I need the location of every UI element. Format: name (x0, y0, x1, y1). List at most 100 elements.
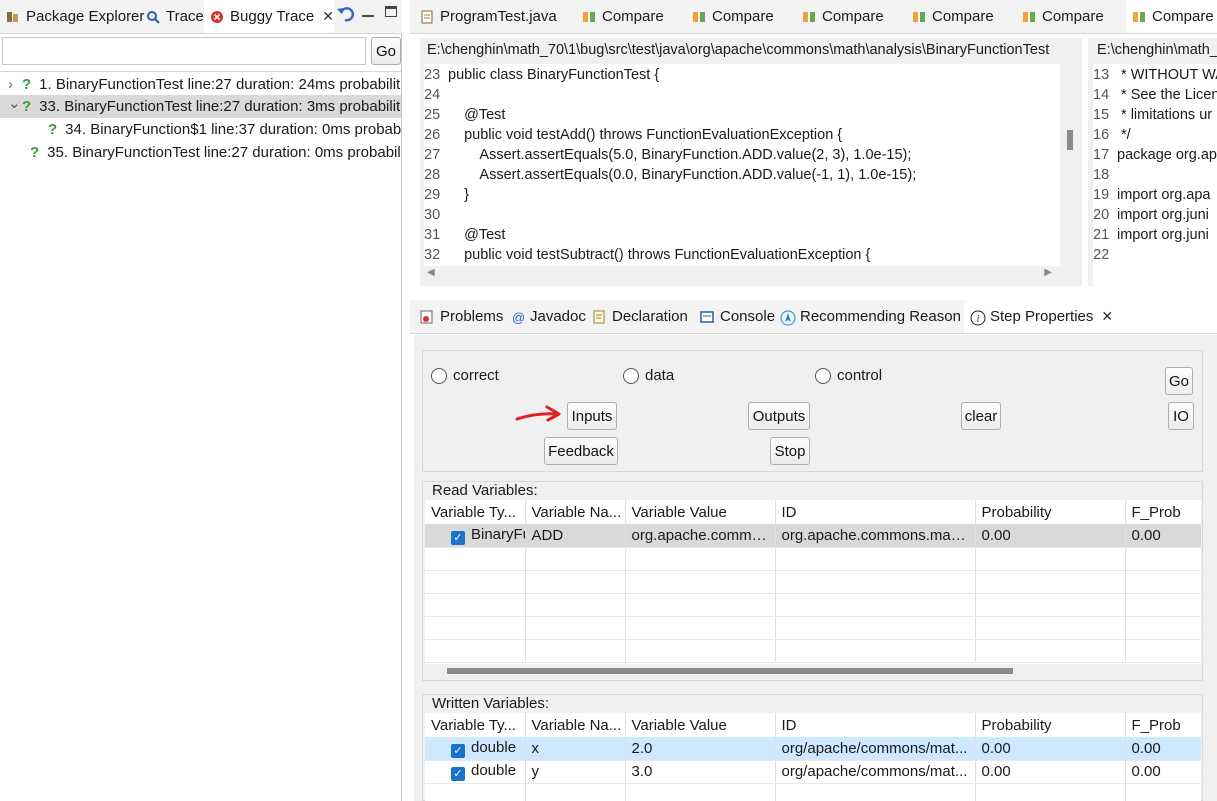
table-cell (425, 547, 526, 571)
io-button[interactable]: IO (1168, 402, 1194, 430)
code-view-left[interactable]: 23 public class BinaryFunctionTest {24 25 … (424, 64, 1060, 266)
question-icon: ? (48, 121, 58, 138)
tab-program-test[interactable]: ProgramTest.java (414, 0, 557, 33)
table-row[interactable] (425, 639, 1201, 663)
table-row[interactable] (425, 547, 1201, 571)
tab-step-properties[interactable]: i Step Properties ✕ (964, 300, 1217, 333)
cell-text: double (471, 762, 517, 779)
tree-item[interactable]: ? 35. BinaryFunctionTest line:27 duratio… (0, 141, 401, 164)
feedback-button[interactable]: Feedback (544, 437, 618, 465)
table-row[interactable] (425, 783, 1201, 801)
horizontal-scrollbar[interactable]: ◀ ▶ (424, 267, 1060, 281)
checkbox[interactable]: ✓ (451, 767, 465, 781)
table-row[interactable]: ✓ double y 3.0 org/apache/commons/mat... 0.00… (425, 760, 1201, 784)
tab-javadoc[interactable]: @ Javadoc (506, 300, 586, 333)
trace-search-input[interactable] (2, 37, 366, 65)
inputs-button[interactable]: Inputs (567, 402, 617, 430)
tab-package-explorer[interactable]: Package Explorer (0, 0, 144, 33)
close-icon[interactable]: ✕ (322, 8, 334, 25)
tab-buggy-trace[interactable]: Buggy Trace ✕ (204, 0, 334, 33)
scroll-left-icon[interactable]: ◀ (427, 267, 435, 278)
table-cell (625, 570, 776, 594)
minimize-icon[interactable] (362, 7, 374, 17)
maximize-icon[interactable] (385, 6, 397, 17)
table-row[interactable] (425, 570, 1201, 594)
column-header[interactable]: Variable Ty... (425, 713, 526, 737)
tab-compare[interactable]: Compare (576, 0, 664, 33)
tree-item-label: 34. BinaryFunction$1 line:37 duration: 0… (65, 121, 401, 138)
code-text: * WITHOUT WA (1117, 67, 1217, 83)
radio-label: data (645, 367, 675, 384)
tree-item[interactable]: ? 34. BinaryFunction$1 line:37 duration:… (0, 118, 401, 141)
table-cell: 0.00 (1125, 737, 1201, 761)
tab-compare[interactable]: Compare (1016, 0, 1104, 33)
column-header[interactable]: Probability (975, 713, 1126, 737)
code-view-right[interactable]: 13 * WITHOUT WA 14 * See the Licen 15 * li… (1093, 64, 1217, 286)
tab-problems[interactable]: Problems (414, 300, 503, 333)
code-text: * limitations ur (1117, 107, 1213, 123)
undo-icon[interactable] (336, 4, 356, 24)
column-header[interactable]: F_Prob (1125, 713, 1201, 737)
checkbox[interactable]: ✓ (451, 743, 465, 758)
line-number: 13 (1093, 67, 1110, 83)
tab-declaration[interactable]: Declaration (586, 300, 688, 333)
radio-control[interactable]: control (815, 367, 882, 384)
tab-compare[interactable]: Compare (906, 0, 994, 33)
tab-compare[interactable]: Compare (686, 0, 774, 33)
horizontal-scrollbar[interactable] (425, 664, 1201, 678)
table-row[interactable] (425, 593, 1201, 617)
code-text: Assert.assertEquals(5.0, BinaryFunction.… (448, 147, 912, 163)
table-cell (425, 593, 526, 617)
tree-item[interactable]: › ? 1. BinaryFunctionTest line:27 durati… (0, 73, 401, 96)
radio-circle[interactable] (623, 367, 639, 384)
table-row[interactable] (425, 616, 1201, 640)
column-header[interactable]: ID (775, 713, 976, 737)
code-line: 32 public void testSubtract() throws Fun… (424, 245, 916, 265)
table-cell (1125, 593, 1201, 617)
tab-recommending-reason[interactable]: Recommending Reason (774, 300, 961, 333)
svg-text:i: i (977, 314, 980, 325)
tree-item-selected[interactable]: ⌄ ? 33. BinaryFunctionTest line:27 durat… (0, 95, 401, 118)
column-header[interactable]: Variable Na... (525, 713, 626, 737)
tab-compare[interactable]: Compare (796, 0, 884, 33)
scrollbar-thumb[interactable] (1067, 130, 1073, 150)
line-number: 24 (424, 87, 441, 103)
radio-circle[interactable] (431, 367, 447, 384)
radio-data[interactable]: data (623, 367, 674, 384)
vertical-scrollbar[interactable] (1064, 64, 1078, 266)
table-row[interactable]: ✓ double x 2.0 org/apache/commons/mat... 0.00… (425, 737, 1201, 761)
column-header[interactable]: ID (775, 500, 976, 524)
radio-correct[interactable]: correct (431, 367, 499, 384)
table-cell (1125, 616, 1201, 640)
clear-button[interactable]: clear (961, 402, 1001, 430)
tab-label: Recommending Reason (800, 308, 961, 325)
column-header[interactable]: Variable Value (625, 713, 776, 737)
scrollbar-thumb[interactable] (447, 668, 1013, 674)
scroll-right-icon[interactable]: ▶ (1044, 267, 1052, 278)
java-file-icon (420, 10, 434, 24)
tab-trace[interactable]: Trace (140, 0, 204, 33)
table-cell: 2.0 (625, 737, 776, 761)
column-header[interactable]: Variable Value (625, 500, 776, 524)
table-cell (525, 570, 626, 594)
column-header[interactable]: Variable Na... (525, 500, 626, 524)
tab-console[interactable]: Console (694, 300, 775, 333)
expand-icon[interactable]: › (8, 76, 22, 93)
question-icon: ? (22, 98, 32, 115)
outputs-button[interactable]: Outputs (748, 402, 810, 430)
table-row[interactable]: ✓ BinaryFu ADD org.apache.commo... org.apach… (425, 524, 1201, 548)
checkbox[interactable]: ✓ (451, 530, 465, 545)
compare-icon (692, 10, 706, 24)
tree-item-label: 1. BinaryFunctionTest line:27 duration: … (39, 76, 401, 93)
go-button[interactable]: Go (1165, 367, 1193, 395)
stop-button[interactable]: Stop (770, 437, 810, 465)
column-header[interactable]: F_Prob (1125, 500, 1201, 524)
column-header[interactable]: Probability (975, 500, 1126, 524)
collapse-icon[interactable]: ⌄ (8, 94, 22, 112)
close-icon[interactable]: ✕ (1101, 308, 1113, 325)
table-cell (525, 593, 626, 617)
trace-go-button[interactable]: Go (371, 37, 401, 65)
column-header[interactable]: Variable Ty... (425, 500, 526, 524)
radio-circle[interactable] (815, 367, 831, 384)
tab-compare-active[interactable]: Compare (1126, 0, 1217, 33)
